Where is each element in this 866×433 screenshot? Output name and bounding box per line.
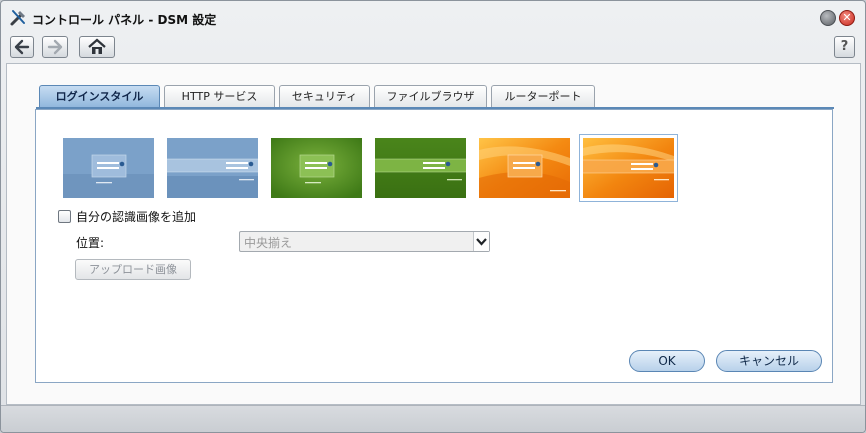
login-style-thumbnail-green-box[interactable] [271,138,362,198]
custom-image-checkbox[interactable] [58,210,71,223]
home-icon [88,38,106,54]
position-select[interactable]: 中央揃え [239,231,490,252]
ok-button[interactable]: OK [629,350,705,372]
tab-http-service[interactable]: HTTP サービス [164,85,275,107]
status-bar [1,405,865,432]
arrow-right-icon [47,39,63,55]
tab-login-style[interactable]: ログインスタイル [39,85,160,108]
help-button[interactable]: ? [834,36,855,58]
tab-router-port[interactable]: ルーターポート [491,85,595,107]
tab-security[interactable]: セキュリティ [279,85,370,107]
chevron-down-icon[interactable] [473,232,489,251]
login-style-thumbnail-green-band[interactable] [375,138,466,198]
help-icon: ? [840,39,849,54]
login-style-thumbnail-orange-box[interactable] [479,138,570,198]
home-button[interactable] [79,36,115,58]
position-label: 位置: [76,236,105,250]
tab-file-browser[interactable]: ファイルブラウザ [374,85,487,107]
toolbar: ? [1,33,865,63]
minimize-icon[interactable] [820,10,836,26]
control-panel-window: コントロール パネル - DSM 設定 ✕ ? ログインスタイル HTTP サー… [0,0,866,433]
window-title: コントロール パネル - DSM 設定 [32,13,217,27]
login-style-thumbnail-blue-band[interactable] [167,138,258,198]
cancel-button[interactable]: キャンセル [716,350,822,372]
arrow-left-icon [14,39,30,55]
forward-button[interactable] [42,36,68,58]
back-button[interactable] [10,36,34,58]
login-style-panel: 自分の認識画像を追加 位置: 中央揃え アップロード画像 OK キャンセル [35,109,833,383]
tools-icon [10,10,25,26]
login-style-thumbnail-orange-band[interactable] [579,134,678,202]
custom-image-label: 自分の認識画像を追加 [76,210,197,224]
title-bar[interactable]: コントロール パネル - DSM 設定 ✕ [1,1,865,33]
upload-image-button[interactable]: アップロード画像 [75,259,191,280]
login-style-thumbnail-blue-box[interactable] [63,138,154,198]
position-select-value: 中央揃え [244,236,293,250]
close-icon[interactable]: ✕ [839,10,855,26]
